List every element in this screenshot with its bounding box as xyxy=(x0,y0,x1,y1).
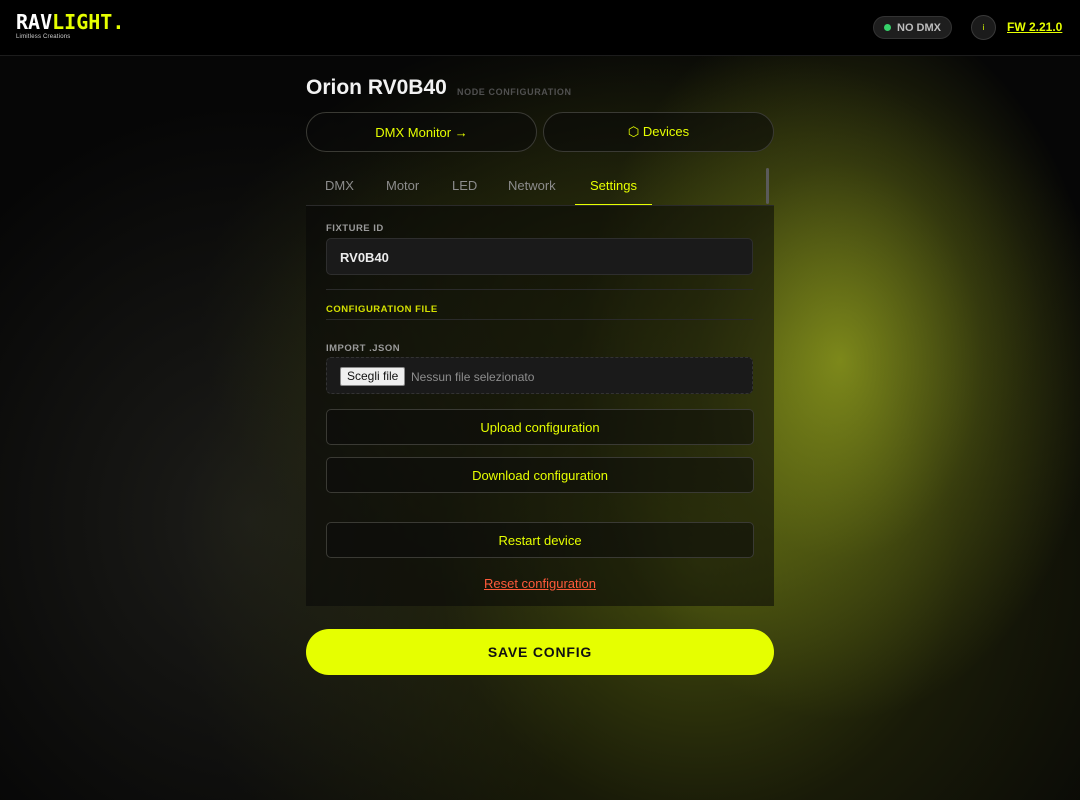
divider xyxy=(326,319,753,320)
download-label: Download configuration xyxy=(472,467,608,483)
save-config-label: SAVE CONFIG xyxy=(487,644,593,660)
upload-configuration-button[interactable]: Upload configuration xyxy=(326,409,754,445)
import-json-label: IMPORT .JSON xyxy=(326,343,401,354)
fixture-id-label: FIXTURE ID xyxy=(326,223,384,234)
info-button[interactable]: i xyxy=(971,15,996,40)
upload-label: Upload configuration xyxy=(480,419,600,435)
page-title: Orion RV0B40 xyxy=(306,76,447,99)
tab-network[interactable]: Network xyxy=(508,166,556,205)
info-icon: i xyxy=(982,23,985,32)
top-bar: RAVLIGHT. Limitless Creations NO DMX i F… xyxy=(0,0,1080,56)
devices-button[interactable]: ⬡ Devices xyxy=(543,112,774,152)
restart-device-button[interactable]: Restart device xyxy=(326,522,754,558)
logo-tagline: Limitless Creations xyxy=(16,34,71,40)
firmware-version-link[interactable]: FW 2.21.0 xyxy=(1007,20,1062,34)
tabs-scrollbar[interactable] xyxy=(766,168,769,204)
logo-wordmark: RAVLIGHT. xyxy=(16,10,125,34)
tab-dmx[interactable]: DMX xyxy=(325,166,354,205)
download-configuration-button[interactable]: Download configuration xyxy=(326,457,754,493)
tab-motor[interactable]: Motor xyxy=(386,166,419,205)
page-subtitle: NODE CONFIGURATION xyxy=(457,87,572,97)
choose-file-button[interactable]: Scegli file xyxy=(340,367,406,386)
tab-led[interactable]: LED xyxy=(452,166,477,205)
fixture-id-value: RV0B40 xyxy=(340,250,389,265)
file-status-text: Nessun file selezionato xyxy=(411,370,535,384)
configuration-file-heading: CONFIGURATION FILE xyxy=(326,304,438,315)
dmx-status-badge: NO DMX xyxy=(873,16,952,39)
dmx-monitor-button[interactable]: DMX Monitor → xyxy=(306,112,537,152)
save-config-button[interactable]: SAVE CONFIG xyxy=(306,629,774,675)
tab-settings[interactable]: Settings xyxy=(575,166,652,205)
config-tabs: DMX Motor LED Network Settings xyxy=(306,166,774,206)
devices-label: ⬡ Devices xyxy=(627,124,690,139)
status-dot-icon xyxy=(884,24,891,31)
reset-configuration-link[interactable]: Reset configuration xyxy=(326,576,754,591)
divider xyxy=(326,289,753,290)
ravlight-logo[interactable]: RAVLIGHT. Limitless Creations xyxy=(16,12,124,40)
dmx-status-text: NO DMX xyxy=(897,21,941,34)
file-input-field[interactable]: Scegli file Nessun file selezionato xyxy=(326,357,753,394)
dmx-monitor-label: DMX Monitor → xyxy=(375,124,468,140)
restart-label: Restart device xyxy=(498,532,582,548)
fixture-id-field[interactable]: RV0B40 xyxy=(326,238,753,275)
